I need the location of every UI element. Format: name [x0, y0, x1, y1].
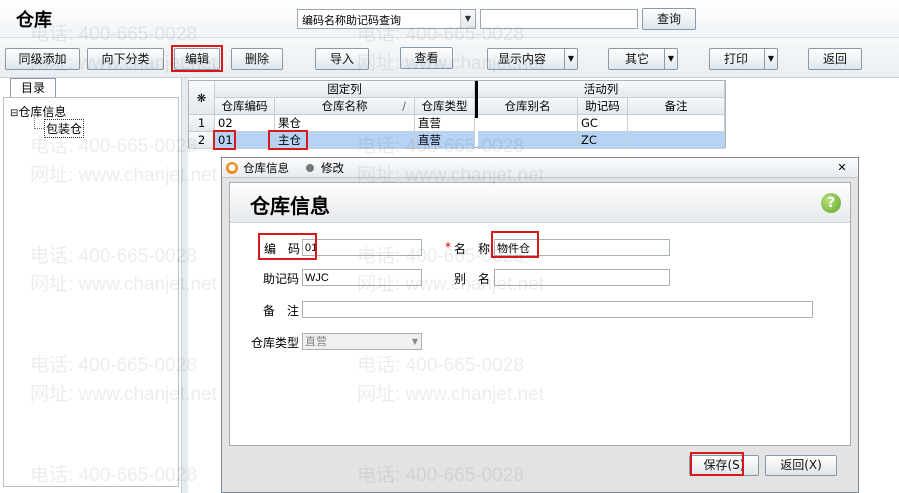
- cell-remark: [628, 115, 725, 132]
- other-button[interactable]: 其它 ▼: [608, 48, 678, 70]
- chevron-down-icon[interactable]: ▼: [664, 49, 677, 69]
- column-header-code[interactable]: 仓库编码: [215, 98, 275, 115]
- view-button[interactable]: 查看: [400, 47, 453, 69]
- catalog-panel: 目录 ⊟仓库信息 包装仓: [0, 78, 182, 493]
- sort-indicator: /: [402, 99, 406, 113]
- toolbar: 同级添加 向下分类 编辑 删除 导入 查看 显示内容 ▼ 其它 ▼ 打印 ▼ 返…: [0, 38, 899, 78]
- close-icon[interactable]: ✕: [835, 161, 849, 174]
- tree-node-child[interactable]: 包装仓: [44, 119, 85, 138]
- mnemonic-label: 助记码: [263, 272, 300, 286]
- dialog-title: 仓库信息: [243, 161, 289, 175]
- catalog-tree: ⊟仓库信息 包装仓: [3, 97, 179, 487]
- warehouse-type-label: 仓库类型: [251, 336, 300, 350]
- dialog-icon: ●: [226, 162, 238, 174]
- cell-name: 果仓: [275, 115, 415, 132]
- add-same-level-button[interactable]: 同级添加: [5, 48, 80, 70]
- import-button[interactable]: 导入: [315, 48, 369, 70]
- tab-catalog[interactable]: 目录: [10, 78, 56, 98]
- dialog-header: 仓库信息 ?: [230, 183, 850, 223]
- search-input[interactable]: [480, 9, 638, 29]
- row-number: 1: [189, 115, 215, 132]
- column-header-alias[interactable]: 仓库别名: [478, 98, 578, 115]
- dialog-heading: 仓库信息: [250, 194, 330, 218]
- dialog-title-bar[interactable]: ● 仓库信息 修改 ✕: [222, 158, 858, 178]
- cell-name: 主仓: [275, 132, 415, 149]
- column-header-type[interactable]: 仓库类型: [415, 98, 475, 115]
- alias-field[interactable]: [494, 269, 670, 286]
- cell-alias: [478, 132, 578, 149]
- search-mode-select[interactable]: 编码名称助记码查询 ▼: [297, 9, 476, 29]
- row-number: 2: [189, 132, 215, 149]
- cell-mnemonic: GC: [578, 115, 628, 132]
- remark-field[interactable]: [302, 301, 813, 318]
- alias-label: 别 名: [454, 272, 491, 286]
- chevron-down-icon[interactable]: ▼: [564, 49, 577, 69]
- title-bar: 仓库 编码名称助记码查询 ▼ 查询: [0, 0, 899, 38]
- column-group-separator: [475, 81, 478, 118]
- cell-alias: [478, 115, 578, 132]
- print-button[interactable]: 打印 ▼: [709, 48, 778, 70]
- query-button[interactable]: 查询: [642, 8, 696, 30]
- cell-code: 02: [215, 115, 275, 132]
- back-button-dialog[interactable]: 返回(X): [765, 455, 837, 476]
- column-header-name-label: 仓库名称: [321, 99, 368, 113]
- required-mark: *: [445, 240, 451, 254]
- row-header-corner[interactable]: ❋: [189, 81, 215, 115]
- search-mode-value: 编码名称助记码查询: [302, 14, 401, 27]
- other-label: 其它: [625, 52, 650, 66]
- edit-button[interactable]: 编辑: [174, 48, 220, 70]
- dialog-form-panel: 仓库信息 ? 编 码 * 名 称 助记码 别 名 备 注 仓库类型 直营 ▼: [229, 182, 851, 446]
- save-button[interactable]: 保存(S): [689, 455, 759, 476]
- add-sub-category-button[interactable]: 向下分类: [87, 48, 164, 70]
- chevron-down-icon: ▼: [411, 337, 418, 346]
- help-icon[interactable]: ?: [821, 193, 841, 213]
- name-label: 名 称: [454, 242, 491, 256]
- code-field[interactable]: [302, 239, 422, 256]
- code-label: 编 码: [264, 242, 301, 256]
- mnemonic-field[interactable]: [302, 269, 422, 286]
- page-title: 仓库: [16, 10, 52, 31]
- delete-button[interactable]: 删除: [231, 48, 283, 70]
- cell-type: 直营: [415, 115, 475, 132]
- cell-mnemonic: ZC: [578, 132, 628, 149]
- fixed-columns-group: 固定列: [215, 81, 475, 98]
- warehouse-edit-dialog: ● 仓库信息 修改 ✕ 仓库信息 ? 编 码 * 名 称 助记码 别 名 备 注…: [221, 157, 859, 493]
- print-label: 打印: [724, 52, 749, 66]
- cell-remark: [628, 132, 725, 149]
- display-content-button[interactable]: 显示内容 ▼: [487, 48, 578, 70]
- column-header-name[interactable]: 仓库名称 /: [275, 98, 415, 115]
- warehouse-type-value: 直营: [305, 335, 327, 348]
- remark-label: 备 注: [263, 304, 300, 318]
- cell-code: 01: [215, 132, 275, 149]
- separator-dot-icon: [306, 164, 314, 172]
- column-header-mnemonic[interactable]: 助记码: [578, 98, 628, 115]
- column-header-remark[interactable]: 备注: [628, 98, 725, 115]
- name-field[interactable]: [494, 239, 670, 256]
- display-content-label: 显示内容: [498, 52, 547, 66]
- tree-connector: [34, 116, 44, 129]
- dialog-mode: 修改: [321, 161, 344, 175]
- chevron-down-icon[interactable]: ▼: [460, 10, 475, 28]
- warehouse-table: ❋ 固定列 活动列 仓库编码 仓库名称 / 仓库类型 仓库别名 助记码 备注 1…: [188, 80, 726, 149]
- warehouse-type-select: 直营 ▼: [302, 333, 422, 350]
- active-columns-group: 活动列: [478, 81, 725, 98]
- cell-type: 直营: [415, 132, 475, 149]
- back-button[interactable]: 返回: [808, 48, 862, 70]
- chevron-down-icon[interactable]: ▼: [764, 49, 777, 69]
